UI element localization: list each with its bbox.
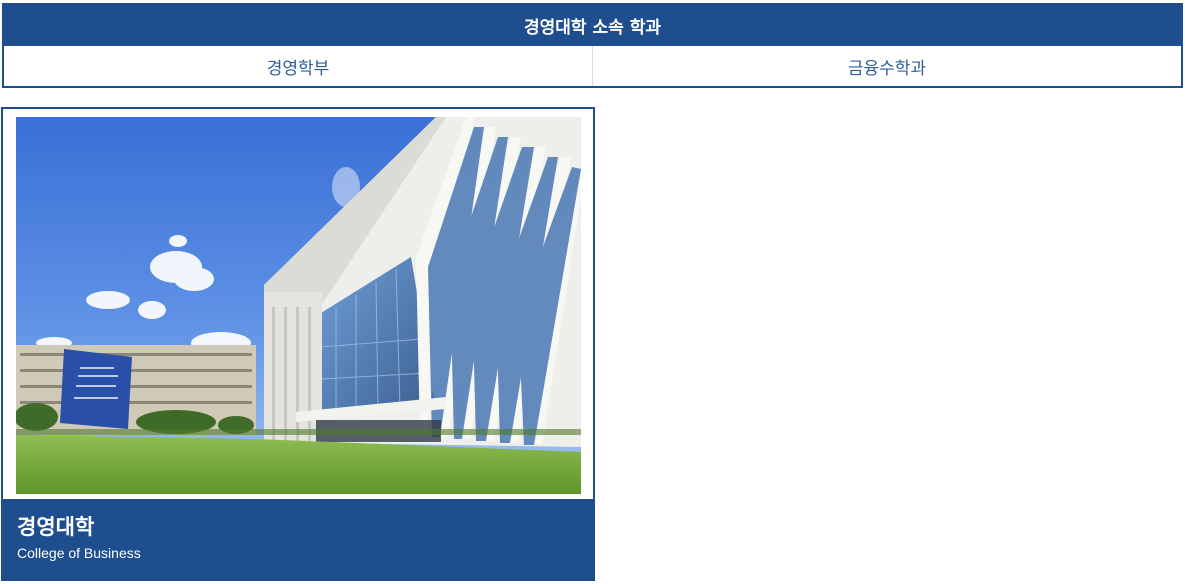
- department-list: 경영학부 금융수학과: [4, 46, 1181, 86]
- department-link-business[interactable]: 경영학부: [4, 46, 592, 86]
- department-link-financial-math[interactable]: 금융수학과: [592, 46, 1181, 86]
- college-caption: 경영대학 College of Business: [3, 499, 593, 579]
- college-name: 경영대학: [17, 515, 95, 539]
- college-english-name: College of Business: [17, 545, 141, 561]
- college-building-photo: [16, 117, 581, 494]
- department-table: 경영대학 소속 학과 경영학부 금융수학과: [2, 3, 1183, 88]
- department-table-title: 경영대학 소속 학과: [4, 5, 1181, 46]
- college-card[interactable]: 경영대학 College of Business: [1, 107, 595, 581]
